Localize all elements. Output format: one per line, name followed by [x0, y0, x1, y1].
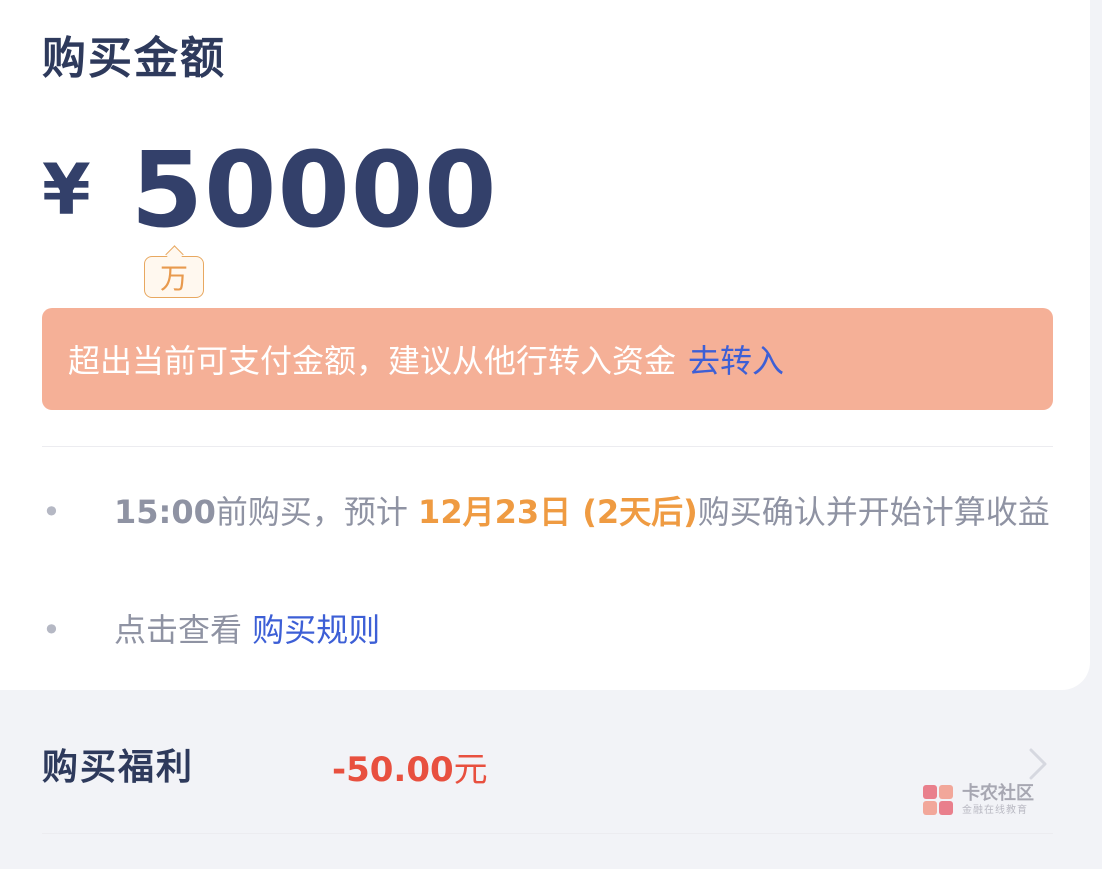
purchase-benefit-row[interactable]: 购买福利 -50.00元	[42, 730, 1053, 800]
divider	[42, 446, 1053, 447]
benefit-amount: -50.00元	[332, 742, 488, 791]
unit-label: 万	[159, 262, 188, 295]
purchase-card: 购买金额 ¥ 50000 万 超出当前可支付金额，建议从他行转入资金 去转入 •…	[0, 0, 1090, 690]
currency-symbol: ¥	[42, 149, 91, 231]
watermark-subtitle: 金融在线教育	[962, 804, 1028, 816]
benefit-amount-value: -50.00	[332, 750, 454, 790]
watermark-title: 卡农社区	[962, 782, 1034, 804]
page-title: 购买金额	[42, 33, 226, 84]
note-purchase-timing: • 15:00前购买，预计 12月23日 (2天后)购买确认并开始计算收益	[42, 484, 1050, 540]
transfer-in-link[interactable]: 去转入	[688, 336, 784, 382]
unit-tag: 万	[144, 256, 204, 298]
note-text: 购买确认并开始计算收益	[697, 493, 1050, 531]
divider	[42, 833, 1053, 834]
bullet-dot: •	[42, 493, 61, 531]
watermark: 卡农社区 金融在线教育	[920, 780, 1060, 820]
benefit-label: 购买福利	[42, 747, 195, 788]
note-text: 点击查看	[114, 611, 243, 649]
note-rules: • 点击查看 购买规则	[42, 602, 1032, 658]
amount-display[interactable]: ¥ 50000	[42, 129, 498, 251]
chevron-right-icon[interactable]	[1023, 744, 1053, 784]
note-text: 前购买，预计	[215, 493, 408, 531]
benefit-unit: 元	[453, 750, 488, 790]
cutoff-time: 15:00	[114, 493, 216, 531]
confirm-date: 12月23日 (2天后)	[418, 493, 698, 531]
amount-value[interactable]: 50000	[131, 129, 498, 251]
kanong-logo-icon	[923, 785, 953, 815]
insufficient-funds-alert: 超出当前可支付金额，建议从他行转入资金 去转入	[42, 308, 1053, 410]
bullet-dot: •	[42, 611, 61, 649]
alert-message: 超出当前可支付金额，建议从他行转入资金	[68, 342, 677, 380]
purchase-rules-link[interactable]: 购买规则	[252, 611, 380, 649]
